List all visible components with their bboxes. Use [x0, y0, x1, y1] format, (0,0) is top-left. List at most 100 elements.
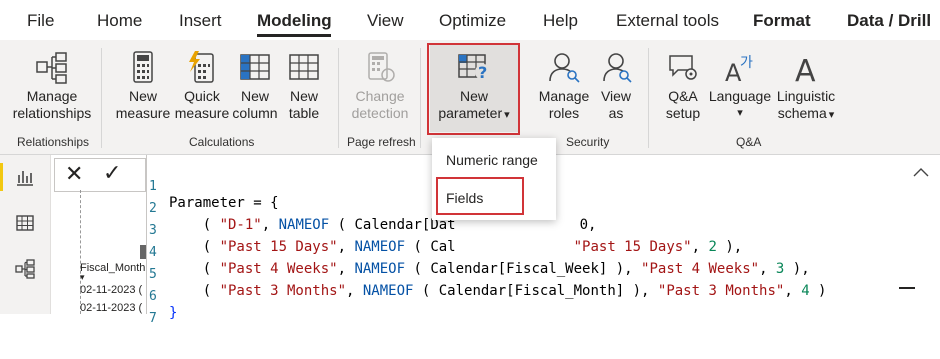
code-token: ),: [784, 261, 810, 277]
sort-icon[interactable]: ▾: [80, 272, 85, 283]
group-separator: [648, 48, 649, 148]
new-table-label-2: table: [288, 105, 320, 121]
change-detection-icon: [368, 52, 395, 82]
linguistic-schema-icon: A: [795, 54, 816, 84]
language-icon: A 가: [725, 55, 753, 84]
code-line: 4 ( "Past 4 Weeks", NAMEOF ( Calendar[Fi…: [147, 229, 810, 277]
code-token: ): [809, 283, 827, 299]
code-text: Parameter = {: [169, 195, 279, 211]
view-as-icon: [603, 53, 632, 83]
ribbon-tab-bar: File Home Insert Modeling View Optimize …: [0, 0, 940, 40]
cancel-formula-icon[interactable]: ✕: [65, 161, 83, 187]
tab-file[interactable]: File: [27, 11, 54, 31]
minimize-icon[interactable]: [899, 287, 915, 289]
report-view-icon[interactable]: [15, 167, 35, 187]
table-view-icon[interactable]: [15, 213, 35, 233]
new-column-button[interactable]: New column: [232, 50, 278, 122]
code-token: "Past 3 Months": [657, 283, 785, 299]
tab-insert[interactable]: Insert: [179, 11, 222, 31]
manage-relationships-label-1: Manage: [26, 88, 78, 104]
manage-roles-button[interactable]: Manage roles: [534, 50, 594, 122]
code-token: 4: [801, 283, 810, 299]
new-table-icon: [289, 54, 319, 80]
new-table-label-1: New: [289, 88, 318, 104]
code-token: ,: [261, 217, 279, 233]
view-as-button[interactable]: View as: [594, 50, 638, 122]
svg-text:A: A: [795, 54, 816, 84]
language-button[interactable]: A 가 Language ▾: [707, 50, 773, 122]
change-detection-label-2: detection: [351, 105, 409, 121]
model-view-icon[interactable]: [15, 259, 35, 279]
code-text: ( "Past 3 Months", NAMEOF ( Calendar[Fis…: [169, 283, 827, 299]
new-table-button[interactable]: New table: [283, 50, 325, 122]
active-tab-indicator: [257, 34, 331, 37]
code-token: ( Cal: [405, 239, 456, 255]
group-separator: [101, 48, 102, 148]
linguistic-schema-label-1: Linguistic: [776, 88, 836, 104]
code-token: "Past 4 Weeks": [219, 261, 338, 277]
tab-data-drill[interactable]: Data / Drill: [847, 11, 931, 31]
quick-measure-icon: [189, 51, 214, 83]
code-token: NAMEOF: [354, 239, 406, 255]
code-line: 6 }: [147, 273, 181, 321]
code-token: "Past 15 Days": [573, 239, 692, 255]
chevron-down-icon: ▾: [828, 109, 835, 121]
qa-setup-label-1: Q&A: [668, 88, 698, 104]
tab-modeling[interactable]: Modeling: [257, 11, 332, 31]
code-token: ,: [337, 239, 355, 255]
change-detection-label-1: Change: [355, 88, 405, 104]
svg-text:가: 가: [740, 55, 753, 71]
linguistic-schema-button[interactable]: A Linguistic schema ▾: [772, 50, 840, 124]
commit-formula-icon[interactable]: ✓: [103, 160, 121, 186]
quick-measure-button[interactable]: Quick measure: [171, 50, 233, 122]
calculator-icon: [133, 51, 153, 83]
formula-actions: ✕ ✓: [54, 158, 146, 192]
relationships-icon: [36, 52, 67, 84]
highlight-box-new-parameter: [427, 43, 520, 135]
code-token: ,: [691, 239, 709, 255]
tab-external-tools[interactable]: External tools: [616, 11, 719, 31]
manage-relationships-button[interactable]: Manage relationships: [10, 50, 94, 122]
code-token: "Past 4 Weeks": [641, 261, 760, 277]
qa-setup-button[interactable]: Q&A setup: [658, 50, 708, 122]
qa-setup-label-2: setup: [665, 105, 701, 121]
linguistic-schema-label-2: schema ▾: [778, 105, 835, 124]
group-label-page-refresh: Page refresh: [347, 135, 416, 149]
code-line: 1 Parameter = {: [147, 163, 279, 211]
code-token: "Past 3 Months": [219, 283, 347, 299]
tab-help[interactable]: Help: [543, 11, 578, 31]
menu-item-numeric-range[interactable]: Numeric range: [446, 152, 538, 168]
highlight-box-fields: [436, 177, 524, 215]
table-row: 02-11-2023 (: [80, 284, 143, 296]
code-token: ,: [784, 283, 802, 299]
new-column-icon: [240, 54, 270, 80]
manage-relationships-label-2: relationships: [12, 105, 92, 121]
group-separator: [420, 48, 421, 148]
view-as-label-1: View: [600, 88, 632, 104]
tab-view[interactable]: View: [367, 11, 404, 31]
collapse-formula-bar-icon[interactable]: [913, 167, 929, 177]
tab-format[interactable]: Format: [753, 11, 811, 31]
code-token: NAMEOF: [278, 217, 330, 233]
tab-optimize[interactable]: Optimize: [439, 11, 506, 31]
code-token: ,: [759, 261, 776, 277]
view-as-label-2: as: [608, 105, 624, 121]
new-column-label-2: column: [232, 105, 278, 121]
change-detection-button[interactable]: Change detection: [346, 50, 414, 122]
view-switcher-rail: [0, 155, 51, 314]
manage-roles-label-2: roles: [548, 105, 580, 121]
linguistic-schema-label-text: schema: [777, 105, 827, 121]
code-line: 3 ( "Past 15 Days", NAMEOF ( Cal "Past 15…: [147, 207, 742, 255]
code-line: 2 ( "D-1", NAMEOF ( Calendar[Dat 0,: [147, 185, 596, 233]
column-header-fiscal-month[interactable]: Fiscal_Month: [80, 262, 145, 274]
code-token: "Past 15 Days": [219, 239, 338, 255]
tab-home[interactable]: Home: [97, 11, 142, 31]
language-label: Language: [708, 88, 772, 104]
code-token: 0,: [579, 217, 597, 233]
new-column-label-1: New: [240, 88, 269, 104]
chevron-down-icon: ▾: [737, 107, 743, 119]
new-measure-button[interactable]: New measure: [113, 50, 173, 122]
qa-setup-icon: [669, 55, 697, 80]
code-token: ( Calendar[Fiscal_Month] ),: [413, 283, 658, 299]
code-text: ( "Past 4 Weeks", NAMEOF ( Calendar[Fisc…: [169, 261, 810, 277]
